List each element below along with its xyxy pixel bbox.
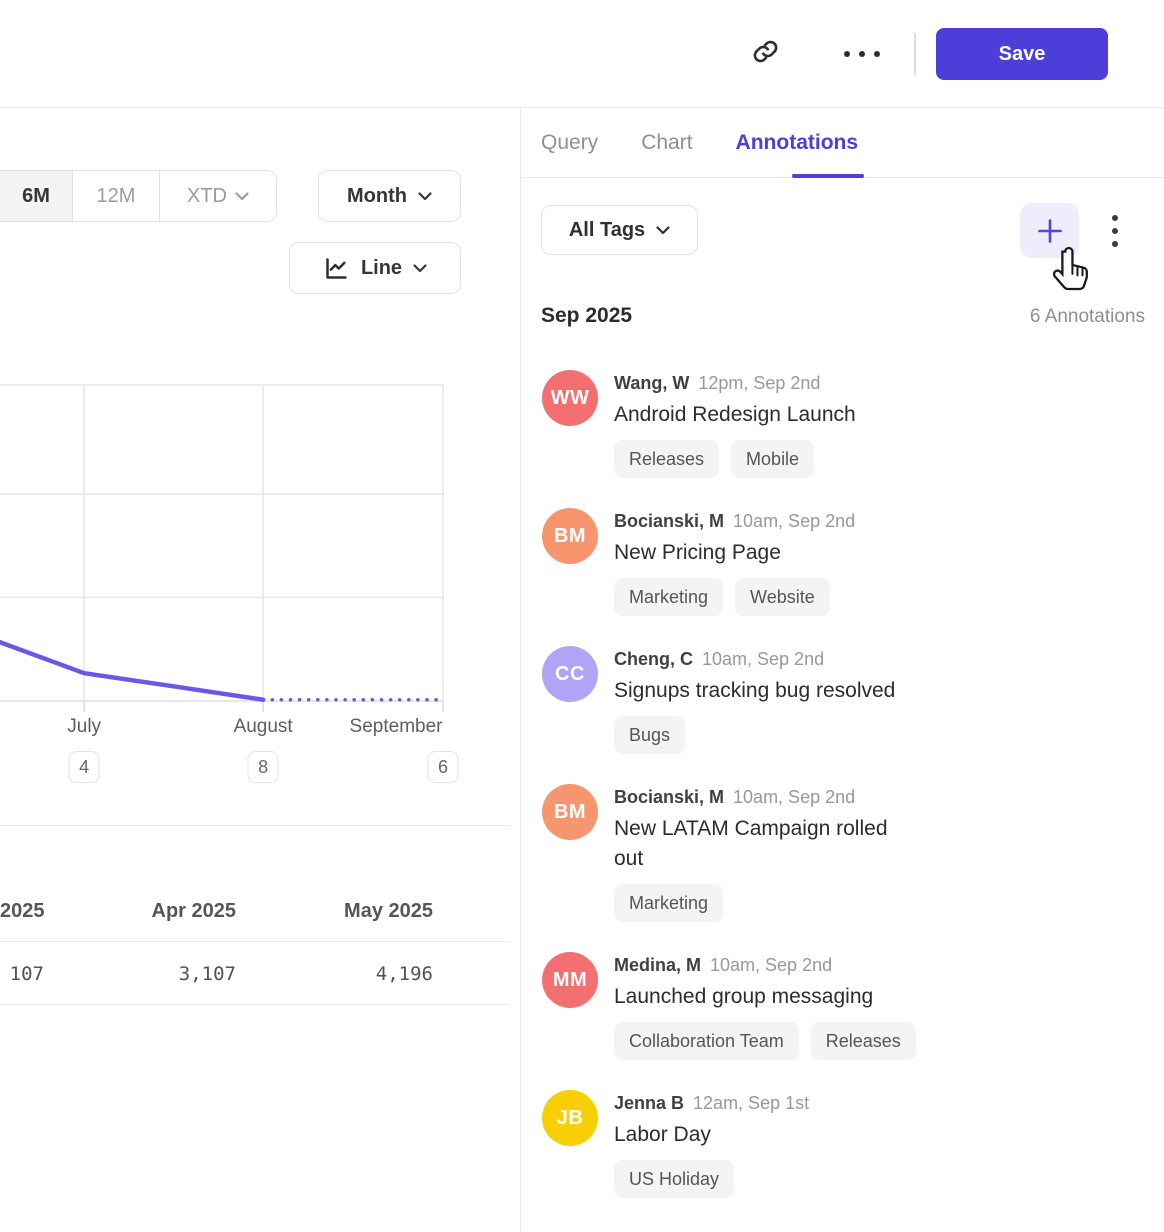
annotation-title: Launched group messaging [614,982,916,1012]
annotation-timestamp: 12am, Sep 1st [693,1091,809,1115]
tags-filter-dropdown[interactable]: All Tags [541,205,698,255]
annotation-list-item[interactable]: CC Cheng, C 10am, Sep 2nd Signups tracki… [542,646,1142,754]
save-button[interactable]: Save [936,28,1108,80]
chevron-down-icon [235,192,249,201]
annotation-count-badge[interactable]: 6 [428,751,459,783]
annotation-count-badge[interactable]: 8 [248,751,279,783]
annotations-panel: Query Chart Annotations All Tags Sep 202… [521,108,1164,1232]
x-axis-label: August [234,716,293,738]
table-header-cell: May 2025 [236,900,433,923]
table-header-cell: Apr 2025 [44,900,236,923]
tags-filter-label: All Tags [569,219,645,242]
annotation-tag: Collaboration Team [614,1022,799,1060]
annotation-tag: Bugs [614,716,685,754]
tab-annotations[interactable]: Annotations [736,131,858,155]
granularity-label: Month [347,185,407,208]
annotation-tag: Website [735,578,830,616]
annotation-title: New Pricing Page [614,538,855,568]
x-axis-label: July [67,716,101,738]
x-axis-label: September [350,716,443,738]
annotation-list-item[interactable]: JB Jenna B 12am, Sep 1st Labor Day US Ho… [542,1090,1142,1198]
table-value-cell: 3,107 [44,963,236,985]
annotation-title: Android Redesign Launch [614,400,856,430]
annotation-tag: Releases [614,440,719,478]
annotation-author: Medina, M [614,953,701,977]
line-chart-icon [323,255,350,282]
table-header-cell: 2025 [0,900,44,923]
annotation-tag: Mobile [731,440,814,478]
annotation-list-item[interactable]: MM Medina, M 10am, Sep 2nd Launched grou… [542,952,1142,1060]
granularity-dropdown[interactable]: Month [318,170,461,222]
section-count-label: 6 Annotations [1030,306,1145,328]
chevron-down-icon [418,192,432,201]
range-6m-button[interactable]: 6M [0,171,73,221]
share-link-button[interactable] [742,31,788,77]
annotation-author: Cheng, C [614,647,693,671]
kebab-icon [1112,215,1118,221]
app-canvas: Save 6M 12M XTD Month Line July August [0,0,1164,1232]
avatar: WW [542,370,598,426]
table-value-cell: 4,196 [236,963,433,985]
more-options-button[interactable] [839,31,885,77]
annotation-list-item[interactable]: BM Bocianski, M 10am, Sep 2nd New Pricin… [542,508,1142,616]
chart-type-dropdown[interactable]: Line [289,242,461,294]
range-xtd-button[interactable]: XTD [160,171,276,221]
tab-query[interactable]: Query [541,131,598,155]
avatar: MM [542,952,598,1008]
date-range-segmented-control: 6M 12M XTD [0,170,277,222]
line-chart [0,383,444,717]
tab-chart[interactable]: Chart [641,131,692,155]
avatar: JB [542,1090,598,1146]
annotation-timestamp: 10am, Sep 2nd [733,785,855,809]
annotation-tag: US Holiday [614,1160,734,1198]
add-annotation-button[interactable] [1020,203,1079,258]
active-tab-underline [792,174,864,178]
panel-tabs: Query Chart Annotations [521,108,1164,178]
annotation-list-item[interactable]: BM Bocianski, M 10am, Sep 2nd New LATAM … [542,784,1142,922]
section-month-label: Sep 2025 [541,304,632,328]
annotation-title: Signups tracking bug resolved [614,676,895,706]
annotation-timestamp: 10am, Sep 2nd [702,647,824,671]
header-divider [914,33,916,75]
range-xtd-label: XTD [187,185,227,208]
annotation-timestamp: 10am, Sep 2nd [710,953,832,977]
annotation-count-badge[interactable]: 4 [69,751,100,783]
annotations-list: WW Wang, W 12pm, Sep 2nd Android Redesig… [542,370,1142,1228]
annotation-title: Labor Day [614,1120,809,1150]
avatar: BM [542,784,598,840]
avatar: CC [542,646,598,702]
annotation-tag: Releases [811,1022,916,1060]
plus-icon [1035,216,1065,246]
link-icon [752,38,779,70]
annotation-author: Wang, W [614,371,689,395]
range-12m-button[interactable]: 12M [73,171,160,221]
annotations-section-header: Sep 2025 6 Annotations [541,304,1145,328]
data-table-header-row: 2025 Apr 2025 May 2025 [0,825,510,942]
ellipsis-icon [844,51,880,57]
line-chart-svg [0,383,444,717]
annotation-author: Jenna B [614,1091,684,1115]
chevron-down-icon [656,226,670,235]
annotation-author: Bocianski, M [614,509,724,533]
annotation-list-item[interactable]: WW Wang, W 12pm, Sep 2nd Android Redesig… [542,370,1142,478]
annotation-timestamp: 10am, Sep 2nd [733,509,855,533]
top-header: Save [0,0,1164,108]
avatar: BM [542,508,598,564]
annotation-title: New LATAM Campaign rolled out [614,814,888,874]
annotation-author: Bocianski, M [614,785,724,809]
annotation-timestamp: 12pm, Sep 2nd [698,371,820,395]
chevron-down-icon [413,264,427,273]
data-table-value-row: 107 3,107 4,196 [0,943,510,1005]
annotations-menu-button[interactable] [1101,208,1129,254]
chart-type-label: Line [361,257,402,280]
table-value-cell: 107 [0,963,44,985]
annotation-tag: Marketing [614,578,723,616]
chart-pane: 6M 12M XTD Month Line July August Septem… [0,108,521,1232]
annotation-tag: Marketing [614,884,723,922]
